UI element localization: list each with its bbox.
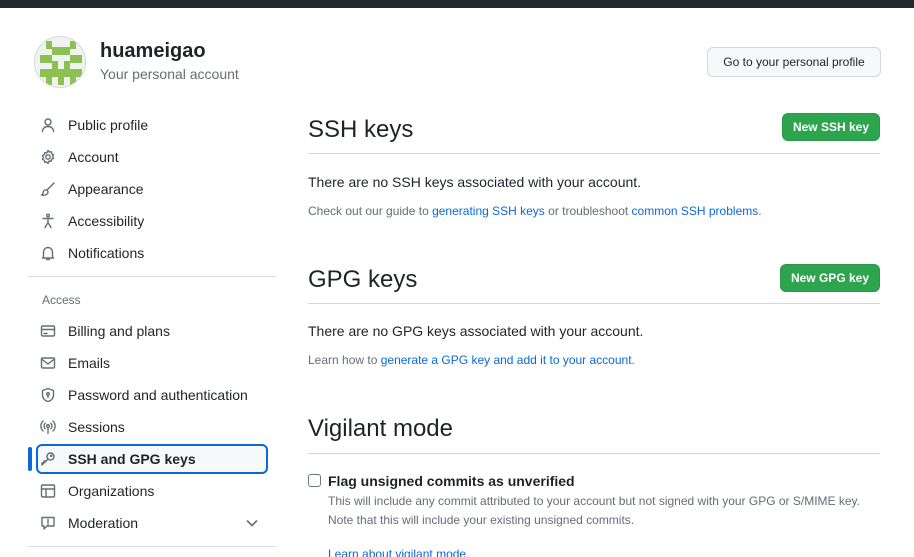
vigilant-mode-title: Vigilant mode [308,415,453,442]
sidebar-item-emails[interactable]: Emails [28,347,276,379]
sidebar-divider [28,546,276,547]
ssh-empty-message: There are no SSH keys associated with yo… [308,174,642,190]
sidebar-item-notifications[interactable]: Notifications [28,237,276,269]
flag-unsigned-commits-label[interactable]: Flag unsigned commits as unverified [328,473,575,489]
sidebar-item-label: Appearance [68,181,144,197]
sidebar-item-public-profile[interactable]: Public profile [28,109,276,141]
sidebar-group-heading-access: Access [42,293,81,307]
username: huameigao [100,40,206,62]
sidebar-item-sessions[interactable]: Sessions [28,411,276,443]
sidebar-item-label: Password and authentication [68,387,248,403]
new-gpg-key-button[interactable]: New GPG key [780,264,880,292]
settings-sidebar: Public profile Account Appearance Access… [28,109,276,555]
sidebar-item-billing[interactable]: Billing and plans [28,315,276,347]
sidebar-item-label: Public profile [68,117,149,133]
ssh-note-prefix: Check out our guide to [308,204,433,218]
generate-gpg-key-link[interactable]: generate a GPG key and add it to your ac… [381,353,632,367]
new-ssh-key-button[interactable]: New SSH key [782,113,880,141]
chevron-down-icon[interactable] [244,515,260,531]
ssh-note-middle: or troubleshoot [544,204,632,218]
ssh-guide-note: Check out our guide to generating SSH ke… [308,204,762,218]
sidebar-item-label: Notifications [68,245,145,261]
sidebar-item-appearance[interactable]: Appearance [28,173,276,205]
gpg-keys-title: GPG keys [308,266,418,293]
sidebar-item-label: SSH and GPG keys [68,451,196,467]
gpg-guide-note: Learn how to generate a GPG key and add … [308,353,635,367]
sidebar-item-account[interactable]: Account [28,141,276,173]
credit-card-icon [40,323,56,339]
ssh-keys-title: SSH keys [308,116,414,143]
learn-vigilant-mode-link[interactable]: Learn about vigilant mode. [328,547,469,557]
avatar[interactable] [34,36,86,88]
flag-unsigned-commits-checkbox[interactable] [308,474,321,487]
sidebar-divider [28,276,276,277]
mail-icon [40,355,56,371]
report-icon [40,515,56,531]
sidebar-item-accessibility[interactable]: Accessibility [28,205,276,237]
sidebar-item-ssh-gpg-keys[interactable]: SSH and GPG keys [28,443,276,475]
sidebar-item-organizations[interactable]: Organizations [28,475,276,507]
generating-ssh-keys-link[interactable]: generating SSH keys [432,204,545,218]
sidebar-item-label: Moderation [68,515,139,531]
go-to-profile-button[interactable]: Go to your personal profile [707,47,881,77]
bell-icon [40,245,56,261]
identicon-icon [35,37,85,87]
gpg-empty-message: There are no GPG keys associated with yo… [308,323,644,339]
sidebar-item-label: Organizations [68,483,155,499]
ssh-note-suffix: . [758,204,762,218]
gear-icon [40,149,56,165]
sidebar-item-moderation[interactable]: Moderation [28,507,276,539]
table-icon [40,483,56,499]
top-bar [0,0,914,8]
sidebar-item-password-authentication[interactable]: Password and authentication [28,379,276,411]
sidebar-item-label: Emails [68,355,111,371]
broadcast-icon [40,419,56,435]
vigilant-note-line2: Note that this will include your existin… [328,513,635,527]
sidebar-item-label: Accessibility [68,213,145,229]
gpg-note-suffix: . [631,353,635,367]
common-ssh-problems-link[interactable]: common SSH problems [632,204,759,218]
person-icon [40,117,56,133]
gpg-note-prefix: Learn how to [308,353,381,367]
paintbrush-icon [40,181,56,197]
account-subtitle: Your personal account [100,66,239,82]
sidebar-item-label: Sessions [68,419,125,435]
sidebar-item-label: Billing and plans [68,323,170,339]
shield-lock-icon [40,387,56,403]
active-indicator [28,447,32,471]
sidebar-item-label: Account [68,149,119,165]
key-icon [40,451,56,467]
accessibility-icon [40,213,56,229]
vigilant-note-line1: This will include any commit attributed … [328,494,861,508]
